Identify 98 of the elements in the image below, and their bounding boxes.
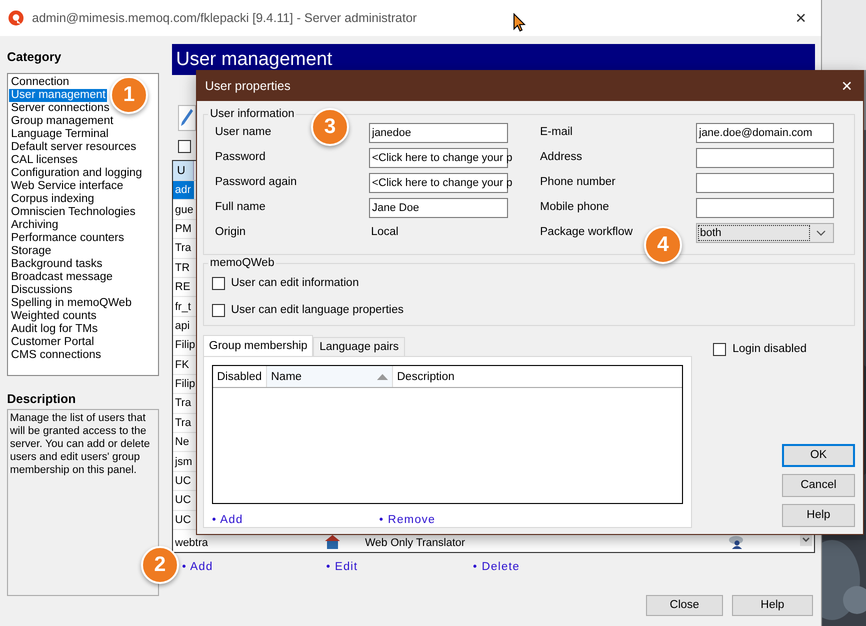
table-cell-text: fr_t — [174, 300, 192, 315]
app-logo-icon — [8, 10, 24, 26]
column-header[interactable]: Name — [267, 366, 393, 387]
chevron-down-icon — [816, 230, 826, 236]
field-label: Password again — [215, 174, 297, 190]
category-item[interactable]: Weighted counts — [9, 310, 98, 323]
table-cell-text: UC — [174, 474, 192, 490]
table-cell-text: Filip — [174, 338, 194, 354]
table-cell-text: UC — [174, 493, 192, 508]
link[interactable]: • Add — [182, 559, 214, 573]
category-item[interactable]: Default server resources — [9, 141, 138, 154]
category-item[interactable]: Corpus indexing — [9, 193, 96, 206]
close-button[interactable]: ✕ — [789, 11, 813, 25]
link[interactable]: • Delete — [472, 559, 520, 573]
window-title: admin@mimesis.memoq.com/fklepacki [9.4.11] - Server administrator — [32, 10, 417, 27]
column-header[interactable]: Description — [393, 366, 682, 387]
scroll-down-icon[interactable] — [800, 534, 812, 546]
house-icon — [325, 535, 340, 549]
dialog-button[interactable]: Close — [646, 595, 723, 616]
table-cell-text: jsm — [174, 454, 194, 470]
field-label: Phone number — [540, 174, 616, 190]
checkbox-label: Login disabled — [732, 342, 807, 357]
dropdown[interactable]: both — [696, 222, 834, 242]
category-item[interactable]: Connection — [9, 76, 70, 89]
input-field[interactable]: Jane Doe — [369, 198, 508, 218]
category-item[interactable]: CAL licenses — [9, 154, 79, 167]
close-button[interactable]: ✕ — [835, 79, 863, 93]
tab[interactable]: Group membership — [203, 335, 314, 356]
link[interactable]: • Add — [212, 512, 244, 530]
table-cell-text: gue — [174, 202, 194, 218]
table-cell-text: PM — [174, 222, 192, 237]
group-title: memoQWeb — [209, 257, 276, 269]
input-field[interactable]: jane.doe@domain.com — [696, 122, 834, 142]
category-item[interactable]: Discussions — [9, 284, 74, 297]
column-header[interactable]: U — [173, 161, 194, 180]
table-cell-text: Tra — [174, 396, 192, 412]
checkbox[interactable] — [212, 304, 225, 318]
link[interactable]: • Remove — [379, 512, 436, 530]
pencil-icon — [180, 108, 194, 128]
table-cell-text: Tra — [174, 416, 192, 431]
category-item[interactable]: Spelling in memoQWeb — [9, 297, 133, 310]
checkbox[interactable] — [212, 277, 225, 290]
category-item[interactable]: Storage — [9, 245, 52, 258]
table-cell-text: Tra — [174, 241, 192, 256]
field-label: Full name — [215, 200, 266, 215]
field-label: User name — [215, 124, 272, 140]
field-label: Origin — [215, 224, 246, 240]
checkbox-label: User can edit information — [231, 276, 359, 291]
cursor-icon — [512, 12, 526, 32]
sort-icon — [377, 374, 388, 380]
category-item[interactable]: Archiving — [9, 219, 60, 232]
checkbox-label: User can edit language properties — [231, 303, 404, 318]
category-item[interactable]: Broadcast message — [9, 271, 114, 284]
category-item[interactable]: Audit log for TMs — [9, 323, 99, 336]
dialog-title: User properties — [205, 78, 290, 95]
input-field[interactable] — [696, 198, 834, 218]
category-item[interactable]: Performance counters — [9, 232, 126, 245]
table-cell: adr — [173, 181, 194, 200]
table-cell-text: TR — [174, 260, 191, 276]
link[interactable]: • Edit — [326, 559, 358, 573]
field-label: Address — [540, 150, 582, 165]
input-field[interactable] — [696, 148, 834, 168]
category-item[interactable]: CMS connections — [9, 349, 102, 362]
table-cell-text: UC — [174, 512, 192, 528]
description-heading: Description — [7, 392, 77, 407]
edit-button[interactable] — [178, 105, 196, 131]
category-item[interactable]: Customer Portal — [9, 336, 96, 349]
category-item[interactable]: Language Terminal — [9, 128, 110, 141]
table-cell-text: FK — [174, 358, 190, 373]
table-cell-text: Ne — [174, 435, 190, 450]
category-item[interactable]: Server connections — [9, 102, 110, 115]
person-icon — [728, 535, 744, 549]
field-label: Package workflow — [540, 224, 633, 240]
checkbox[interactable] — [178, 140, 191, 153]
checkbox[interactable] — [713, 343, 726, 356]
field-value: Local — [370, 224, 398, 240]
category-item[interactable]: Background tasks — [9, 258, 104, 271]
field-label: Password — [215, 150, 266, 165]
table-cell-text: Web Only Translator — [364, 536, 466, 551]
dialog-button[interactable]: Cancel — [782, 474, 855, 497]
dialog-button[interactable]: Help — [782, 504, 855, 527]
category-item[interactable]: User management — [9, 89, 107, 102]
category-item[interactable]: Omniscien Technologies — [9, 206, 136, 219]
table-cell-text: RE — [174, 280, 192, 296]
table-cell-text: api — [174, 318, 191, 334]
input-field[interactable]: janedoe — [369, 122, 508, 142]
input-field[interactable] — [696, 172, 834, 192]
field-label: E-mail — [540, 124, 573, 140]
category-heading: Category — [7, 50, 62, 65]
group-title: User information — [209, 108, 296, 120]
category-item[interactable]: Group management — [9, 115, 114, 128]
dialog-button[interactable]: Help — [732, 595, 813, 616]
field-label: Mobile phone — [540, 200, 610, 215]
dialog-button[interactable]: OK — [782, 444, 855, 467]
category-item[interactable]: Web Service interface — [9, 180, 124, 193]
table-cell-text: Filip — [174, 377, 194, 392]
tab[interactable]: Language pairs — [313, 337, 405, 356]
category-item[interactable]: Configuration and logging — [9, 167, 144, 180]
